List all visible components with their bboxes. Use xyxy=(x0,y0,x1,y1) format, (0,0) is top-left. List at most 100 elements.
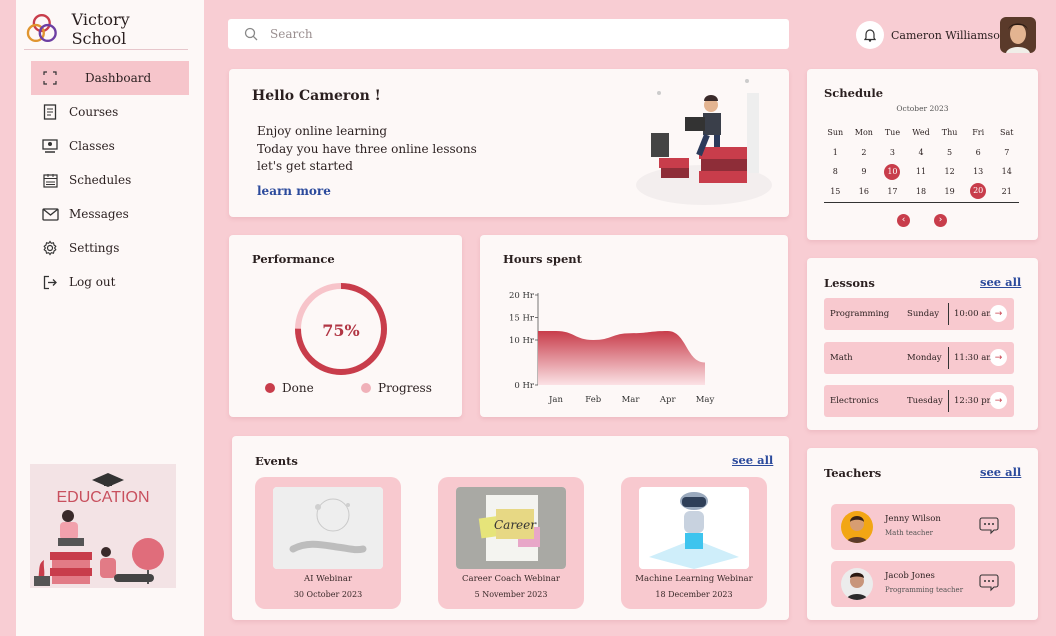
teachers-see-all-link[interactable]: see all xyxy=(980,465,1021,479)
calendar-day[interactable]: 14 xyxy=(992,167,1021,176)
calendar-day[interactable]: 18 xyxy=(907,187,936,196)
calendar-day-number: 20 xyxy=(970,183,987,200)
y-tick-label: 20 Hr xyxy=(509,291,535,301)
x-tick-label: Apr xyxy=(659,395,677,405)
lesson-time: 11:30 am xyxy=(954,353,995,363)
avatar[interactable] xyxy=(1000,17,1036,53)
arrow-right-icon[interactable]: → xyxy=(990,305,1007,322)
event-card[interactable]: Career Career Coach Webinar 5 November 2… xyxy=(438,477,584,609)
events-see-all-link[interactable]: see all xyxy=(732,453,773,467)
lesson-name: Math xyxy=(830,353,853,363)
sidebar-item-dashboard[interactable]: Dashboard xyxy=(31,61,189,95)
event-card[interactable]: Machine Learning Webinar 18 December 202… xyxy=(621,477,767,609)
calendar-weekday: Thu xyxy=(941,128,958,138)
event-date: 18 December 2023 xyxy=(655,590,733,599)
calendar-day-number: 14 xyxy=(1001,167,1012,177)
calendar-day[interactable]: 20 xyxy=(964,183,993,200)
lesson-time: 10:00 am xyxy=(954,309,995,319)
calendar-day[interactable]: 13 xyxy=(964,167,993,176)
calendar-day[interactable]: 6 xyxy=(964,148,993,157)
lesson-day: Sunday xyxy=(907,309,940,319)
teacher-role: Programming teacher xyxy=(885,586,964,594)
sidebar-item-settings[interactable]: Settings xyxy=(31,231,189,265)
y-tick-label: 10 Hr xyxy=(509,336,535,346)
teacher-row[interactable]: Jacob Jones Programming teacher xyxy=(831,561,1015,607)
calendar-weekday: Wed xyxy=(912,128,930,138)
calendar-day[interactable]: 9 xyxy=(850,167,879,176)
settings-icon xyxy=(41,239,59,257)
illustration-text: EDUCATION xyxy=(56,489,149,506)
chat-icon[interactable] xyxy=(977,573,999,593)
calendar-day[interactable]: 16 xyxy=(850,187,879,196)
calendar-day[interactable]: 8 xyxy=(821,167,850,176)
event-card[interactable]: AI Webinar 30 October 2023 xyxy=(255,477,401,609)
legend-progress-label: Progress xyxy=(378,381,432,395)
lesson-row[interactable]: Programming Sunday 10:00 am → xyxy=(824,298,1014,330)
sidebar-item-logout[interactable]: Log out xyxy=(31,265,189,299)
calendar-day-number: 5 xyxy=(947,147,953,157)
avatar xyxy=(841,568,873,600)
calendar-weekday: Tue xyxy=(884,128,901,138)
calendar-day[interactable]: 11 xyxy=(907,167,936,176)
lesson-day: Monday xyxy=(907,353,942,363)
calendar-day[interactable]: 19 xyxy=(935,187,964,196)
teachers-card: Teachers see all Jenny Wilson Math teach… xyxy=(807,448,1038,620)
calendar-prev-button[interactable]: ‹ xyxy=(897,214,910,227)
lesson-divider xyxy=(948,347,949,369)
calendar-next-button[interactable]: › xyxy=(934,214,947,227)
performance-donut: 75% xyxy=(295,283,387,375)
sidebar-item-label: Courses xyxy=(69,105,119,119)
calendar-day[interactable]: 5 xyxy=(935,148,964,157)
sidebar-item-label: Classes xyxy=(69,139,115,153)
logout-icon xyxy=(41,273,59,291)
calendar-day[interactable]: 12 xyxy=(935,167,964,176)
search-input[interactable] xyxy=(270,27,750,41)
dashboard-icon xyxy=(41,69,59,87)
arrow-right-icon[interactable]: → xyxy=(990,392,1007,409)
lesson-divider xyxy=(948,390,949,412)
sidebar-item-classes[interactable]: Classes xyxy=(31,129,189,163)
calendar-day[interactable]: 1 xyxy=(821,148,850,157)
calendar-day[interactable]: 15 xyxy=(821,187,850,196)
calendar-day[interactable]: 4 xyxy=(907,148,936,157)
welcome-title: Hello Cameron ! xyxy=(252,88,381,104)
hours-area xyxy=(538,331,705,385)
calendar-grid: Sun Mon Tue Wed Thu Fri Sat 1 2 3 4 5 6 7 8 9 10 11 12 13 14… xyxy=(821,123,1021,201)
schedule-month: October 2023 xyxy=(896,104,949,113)
y-tick-label: 15 Hr xyxy=(509,314,535,324)
lesson-name: Programming xyxy=(830,309,890,319)
sidebar-item-schedules[interactable]: Schedules xyxy=(31,163,189,197)
lessons-title: Lessons xyxy=(824,276,875,290)
chat-icon[interactable] xyxy=(977,516,999,536)
schedule-title: Schedule xyxy=(824,86,884,100)
calendar-day[interactable]: 21 xyxy=(992,187,1021,196)
lesson-name: Electronics xyxy=(830,396,879,406)
calendar-day[interactable]: 3 xyxy=(878,148,907,157)
calendar-day[interactable]: 10 xyxy=(878,163,907,180)
calendar-day-number: 19 xyxy=(944,186,955,196)
user-profile[interactable]: Cameron Williamson xyxy=(856,16,1040,54)
school-logo-icon xyxy=(26,13,57,42)
welcome-line: Today you have three online lessons xyxy=(257,141,477,156)
calendar-day-number: 1 xyxy=(832,147,838,157)
lesson-row[interactable]: Electronics Tuesday 12:30 pm → xyxy=(824,385,1014,417)
events-title: Events xyxy=(255,454,298,468)
event-title: Machine Learning Webinar xyxy=(635,574,753,584)
lessons-see-all-link[interactable]: see all xyxy=(980,275,1021,289)
x-tick-label: Mar xyxy=(622,395,641,405)
sidebar-item-courses[interactable]: Courses xyxy=(31,95,189,129)
learn-more-link[interactable]: learn more xyxy=(257,184,331,198)
sidebar-item-messages[interactable]: Messages xyxy=(31,197,189,231)
notification-bell-icon[interactable] xyxy=(856,21,884,49)
brand: Victory School xyxy=(24,8,188,50)
teacher-row[interactable]: Jenny Wilson Math teacher xyxy=(831,504,1015,550)
arrow-right-icon[interactable]: → xyxy=(990,349,1007,366)
calendar-day[interactable]: 2 xyxy=(850,148,879,157)
lesson-row[interactable]: Math Monday 11:30 am → xyxy=(824,342,1014,374)
calendar-day[interactable]: 17 xyxy=(878,187,907,196)
calendar-day[interactable]: 7 xyxy=(992,148,1021,157)
search-bar[interactable] xyxy=(228,19,789,49)
legend-done: Done xyxy=(265,381,314,395)
calendar-weekday: Fri xyxy=(972,128,985,138)
schedules-icon xyxy=(41,171,59,189)
